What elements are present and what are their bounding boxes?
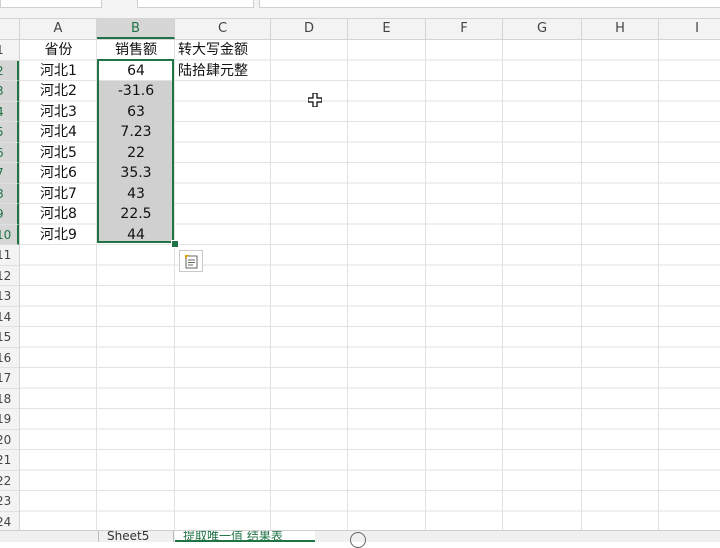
row-header-22[interactable]: 22: [0, 471, 19, 491]
sheet-tab-bar: Sheet5 提取唯一值 结果表: [0, 530, 720, 548]
row-header-19[interactable]: 19: [0, 409, 19, 430]
gridline: [270, 40, 271, 530]
cell-a9[interactable]: 河北8: [20, 204, 97, 224]
row-header-4[interactable]: 4: [0, 101, 19, 122]
row-header-2[interactable]: 2: [0, 60, 19, 81]
cell-a6[interactable]: 河北5: [20, 143, 97, 163]
cell-a5[interactable]: 河北4: [20, 122, 97, 142]
add-sheet-icon[interactable]: [350, 532, 366, 548]
cell-b4[interactable]: 63: [97, 102, 175, 122]
row-header-3[interactable]: 3: [0, 81, 19, 102]
row-header-24[interactable]: 24: [0, 512, 19, 531]
cell-a8[interactable]: 河北7: [20, 184, 97, 204]
row-header-8[interactable]: 8: [0, 183, 19, 204]
cell-b6[interactable]: 22: [97, 143, 175, 163]
row-header-14[interactable]: 14: [0, 307, 19, 327]
cell-c1[interactable]: 转大写金额: [178, 40, 272, 60]
row-header-21[interactable]: 21: [0, 450, 19, 471]
row-header-12[interactable]: 12: [0, 266, 19, 286]
row-header-9[interactable]: 9: [0, 204, 19, 225]
cell-b3[interactable]: -31.6: [97, 81, 175, 101]
column-header-f[interactable]: F: [426, 19, 503, 39]
row-header-10[interactable]: 10: [0, 224, 19, 245]
column-header-b[interactable]: B: [97, 19, 175, 39]
column-header-d[interactable]: D: [271, 19, 348, 39]
gridline: [425, 40, 426, 530]
row-header-15[interactable]: 15: [0, 327, 19, 348]
cell-a10[interactable]: 河北9: [20, 225, 97, 245]
row-header-17[interactable]: 17: [0, 368, 19, 389]
formula-box-left[interactable]: [137, 0, 254, 8]
row-header-23[interactable]: 23: [0, 491, 19, 512]
gridline: [347, 40, 348, 530]
cell-b1[interactable]: 销售额: [97, 40, 175, 60]
name-box[interactable]: [0, 0, 102, 8]
row-header-11[interactable]: 11: [0, 245, 19, 266]
gridline: [581, 40, 582, 530]
row-header-5[interactable]: 5: [0, 122, 19, 143]
gridline: [502, 40, 503, 530]
cell-b7[interactable]: 35.3: [97, 163, 175, 183]
cell-b8[interactable]: 43: [97, 184, 175, 204]
column-header-a[interactable]: A: [20, 19, 97, 39]
clipboard-icon: [185, 255, 198, 269]
column-header-bar: A B C D E F G H I: [0, 19, 720, 40]
gridline: [658, 40, 659, 530]
cell-a2[interactable]: 河北1: [20, 61, 97, 81]
cell-a7[interactable]: 河北6: [20, 163, 97, 183]
cell-c2[interactable]: 陆拾肆元整: [178, 61, 272, 81]
column-header-e[interactable]: E: [348, 19, 426, 39]
cell-b9[interactable]: 22.5: [97, 204, 175, 224]
row-header-20[interactable]: 20: [0, 430, 19, 450]
row-header-13[interactable]: 13: [0, 286, 19, 307]
column-header-i[interactable]: I: [659, 19, 720, 39]
cell-b10[interactable]: 44: [97, 225, 175, 245]
cursor-cross-icon: [307, 92, 323, 111]
cell-a4[interactable]: 河北3: [20, 102, 97, 122]
cell-b2[interactable]: 64: [97, 61, 175, 81]
row-header-16[interactable]: 16: [0, 348, 19, 368]
cell-a1[interactable]: 省份: [20, 40, 97, 60]
formula-bar-area: [0, 0, 720, 19]
formula-input[interactable]: [259, 0, 720, 8]
column-header-h[interactable]: H: [582, 19, 659, 39]
row-header-6[interactable]: 6: [0, 142, 19, 163]
column-header-c[interactable]: C: [175, 19, 271, 39]
row-header-18[interactable]: 18: [0, 389, 19, 409]
row-header-1[interactable]: 1: [0, 40, 19, 61]
select-all-corner[interactable]: [0, 19, 20, 39]
sheet-tab-sheet5[interactable]: Sheet5: [98, 531, 174, 542]
paste-options-button[interactable]: [179, 250, 203, 272]
row-header-7[interactable]: 7: [0, 163, 19, 184]
sheet-tab-active[interactable]: 提取唯一值 结果表: [175, 531, 315, 542]
cell-b5[interactable]: 7.23: [97, 122, 175, 142]
column-header-g[interactable]: G: [503, 19, 582, 39]
cell-a3[interactable]: 河北2: [20, 81, 97, 101]
row-header-bar: 1 2 3 4 5 6 7 8 9 10 11 12 13 14 15 16 1…: [0, 40, 20, 530]
